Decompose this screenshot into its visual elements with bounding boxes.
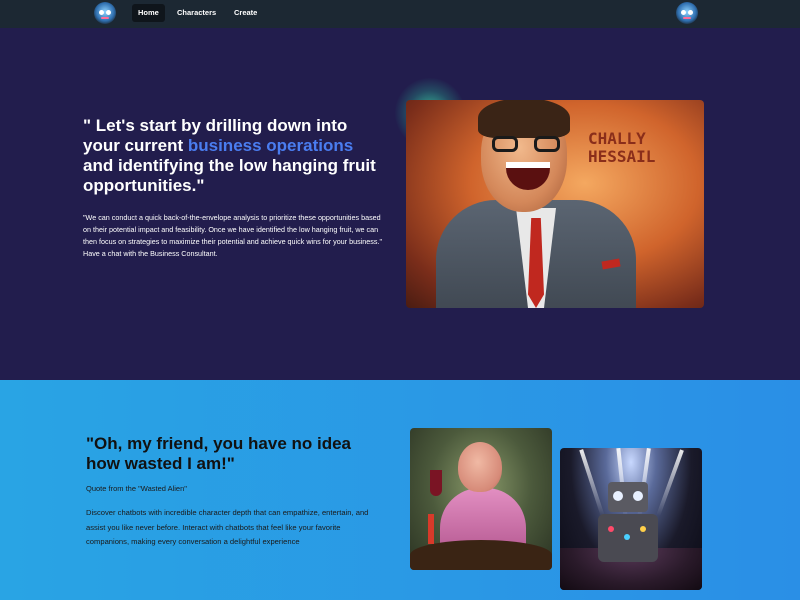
robot-eye-right [633,491,643,501]
avatar-eye-left [681,10,686,15]
hero-title: " Let's start by drilling down into your… [83,116,383,196]
nav-characters-link[interactable]: Characters [171,4,222,22]
stage-light-beam [579,449,605,517]
alien-table [410,540,552,570]
logo-eye-left [99,10,104,15]
business-consultant-image[interactable]: CHALLY HESSAIL [406,100,704,308]
hero-title-highlight: business operations [187,136,354,155]
hero-title-part2: and identifying the low hanging fruit op… [83,156,376,195]
consultant-hair [478,100,570,138]
hero-section: " Let's start by drilling down into your… [0,28,800,380]
robot-light [624,534,630,540]
background-sign-text: CHALLY HESSAIL [588,129,656,166]
hero-description: "We can conduct a quick back-of-the-enve… [83,213,382,258]
wasted-alien-image[interactable] [410,428,552,570]
logo-mouth [101,17,109,19]
avatar-mouth [683,17,691,19]
nav-home-link[interactable]: Home [132,4,165,22]
robot-head [608,482,648,512]
consultant-glasses [492,136,560,152]
wine-glass [430,470,442,496]
stage-light-beam [656,449,684,517]
feature-section: "Oh, my friend, you have no idea how was… [0,380,800,600]
logo-icon[interactable] [94,2,116,24]
robot-eye-left [613,491,623,501]
avatar-eye-right [688,10,693,15]
party-robot-image[interactable] [560,448,702,590]
logo-eye-right [106,10,111,15]
robot-light [640,526,646,532]
robot-body [598,514,658,562]
alien-head [458,442,502,492]
alien-bottle [428,514,434,544]
robot-light [608,526,614,532]
top-navbar: Home Characters Create [0,0,800,28]
feature-description: Discover chatbots with incredible charac… [86,508,369,546]
user-avatar-icon[interactable] [676,2,698,24]
nav-create-link[interactable]: Create [228,4,263,22]
feature-title: "Oh, my friend, you have no idea how was… [86,434,352,473]
quote-source: Quote from the "Wasted Alien" [86,484,187,493]
